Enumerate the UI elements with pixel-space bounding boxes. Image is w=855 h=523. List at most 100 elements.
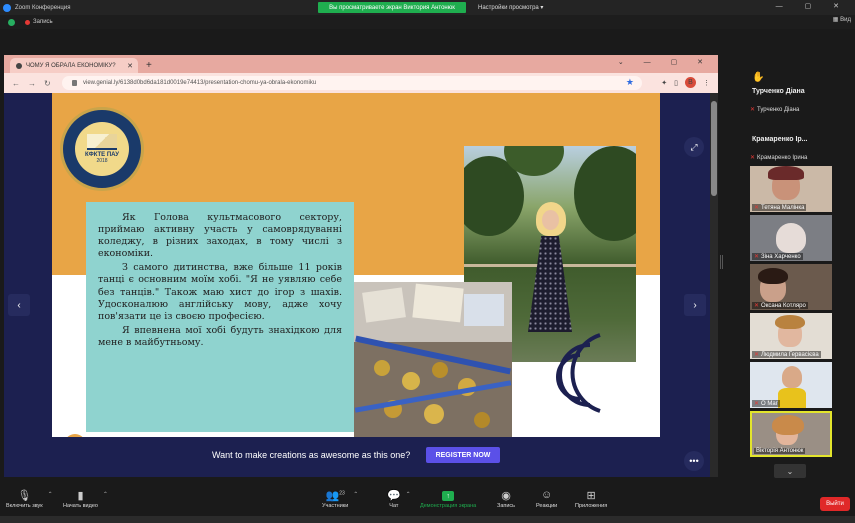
participant-video-tile[interactable]: ✕ Людмила Гервасієва (750, 313, 832, 359)
decorative-rings (556, 333, 601, 413)
view-options-button[interactable]: Настройки просмотра ▾ (478, 2, 543, 13)
view-button[interactable]: ▦ Вид (833, 16, 851, 23)
record-icon: ◉ (501, 490, 511, 502)
browser-address-bar: ← → ↻ view.genial.ly/6138d0bd6da181d0019… (4, 73, 718, 93)
viewer-next-button[interactable]: › (684, 294, 706, 316)
zoom-logo-icon (3, 3, 11, 12)
person-shape (782, 366, 802, 388)
shared-browser-window: ЧОМУ Я ОБРАЛА ЕКОНОМІКУ? ✕ + ⌄ — ▢ ✕ ← →… (4, 55, 718, 477)
hair-shape (758, 268, 788, 284)
face-shape (542, 210, 559, 230)
browser-tab-bar: ЧОМУ Я ОБРАЛА ЕКОНОМІКУ? ✕ + ⌄ — ▢ ✕ (4, 55, 718, 73)
start-video-button[interactable]: ▮ Начать видео ⌃ (63, 489, 108, 509)
participant-label: ✕ Тетяна Малінка (752, 204, 807, 211)
viewer-prev-button[interactable]: ‹ (8, 294, 30, 316)
kebab-menu-icon[interactable]: ⋮ (703, 79, 710, 87)
awards-collage-photo (354, 282, 512, 437)
zoom-window: Zoom Конференция Вы просматриваете экран… (0, 0, 855, 523)
hair-shape (772, 415, 804, 435)
chevron-up-icon[interactable]: ⌃ (353, 491, 358, 498)
participant-name: Тетяна Малінка (761, 204, 805, 211)
puzzle-icon[interactable]: ✦ (661, 79, 667, 87)
apps-icon: ⊞ (586, 490, 596, 502)
slide-paragraph: Як Голова культмасового сектору, приймаю… (98, 212, 342, 260)
participant-label: ✕ Турченко Діана (750, 106, 799, 114)
participant-tile[interactable]: Крамаренко Ір... ✕ Крамаренко Ірина (748, 118, 832, 166)
presentation-slide: КФКТЕ ПАУ 2018 Як Голова культмасового с… (52, 93, 660, 437)
chat-label: Чат (389, 503, 399, 509)
participant-video-tile[interactable]: ✕ Зіна Харченко (750, 215, 832, 261)
chat-button[interactable]: 💬 Чат ⌃ (387, 489, 411, 509)
tab-title: ЧОМУ Я ОБРАЛА ЕКОНОМІКУ? (26, 62, 116, 69)
back-arrow-icon[interactable]: ← (12, 79, 20, 88)
ellipsis-icon: ••• (689, 456, 699, 466)
record-label: Запись (497, 503, 516, 509)
slide-text-box: Як Голова культмасового сектору, приймаю… (86, 202, 354, 432)
cta-text: Want to make creations as awesome as thi… (212, 450, 411, 460)
chevron-up-icon[interactable]: ⌃ (406, 491, 411, 498)
record-button[interactable]: ◉ Запись (497, 489, 515, 509)
share-screen-button[interactable]: ↑ Демонстрация экрана (420, 489, 476, 509)
reactions-icon: ☺ (541, 489, 553, 501)
browser-window-controls[interactable]: ⌄ — ▢ ✕ (618, 58, 712, 66)
more-options-button[interactable]: ••• (684, 451, 704, 471)
view-options-label: Настройки просмотра (478, 4, 539, 11)
participant-video-tile[interactable]: ✕ Оксана Котляро (750, 264, 832, 310)
fullscreen-button[interactable]: ⤢ (684, 137, 704, 157)
register-now-button[interactable]: REGISTER NOW (426, 447, 500, 463)
logo-text-line2: 2018 (96, 158, 108, 164)
shield-icon[interactable] (8, 18, 15, 26)
medal-shape (402, 372, 420, 390)
reactions-button[interactable]: ☺ Реакции (536, 489, 557, 509)
forward-arrow-icon[interactable]: → (28, 79, 36, 88)
apps-button[interactable]: ⊞ Приложения (575, 489, 607, 509)
mic-off-icon: ✕ (750, 155, 756, 161)
participants-scroll-down-button[interactable]: ⌄ (774, 464, 806, 478)
chat-icon: 💬 (387, 490, 401, 502)
participant-video-tile[interactable]: ✕ Тетяна Малінка (750, 166, 832, 212)
new-tab-icon[interactable]: + (146, 60, 152, 71)
participant-video-tile[interactable]: ✕ О Маг (750, 362, 832, 408)
chevron-up-icon[interactable]: ⌃ (103, 491, 108, 498)
lock-icon (72, 80, 77, 86)
book-icon (87, 134, 117, 150)
medal-shape (424, 404, 444, 424)
participants-button[interactable]: 👥23 Участники ⌃ (322, 489, 358, 509)
fullscreen-icon: ⤢ (690, 141, 698, 152)
mic-off-icon: ✕ (754, 401, 760, 407)
bookmark-star-icon[interactable]: ★ (626, 77, 634, 88)
mic-off-icon: ✕ (754, 205, 760, 211)
chevron-up-icon[interactable]: ⌃ (48, 491, 53, 498)
mic-off-icon: ✕ (754, 303, 760, 309)
tree-shape (574, 146, 636, 241)
participant-label: ✕ Крамаренко Ірина (750, 154, 807, 162)
unmute-label: Включить звук (6, 503, 43, 509)
hair-shape (775, 315, 805, 329)
reload-icon[interactable]: ↻ (44, 79, 51, 88)
panel-resize-handle[interactable] (720, 255, 723, 269)
participants-strip: ✋ Турченко Діана ✕ Турченко Діана Крамаре… (748, 70, 832, 460)
window-controls[interactable]: — ▢ ✕ (776, 2, 849, 10)
participant-video-tile-active-speaker[interactable]: Вікторія Антонюк (750, 411, 832, 457)
chevron-down-icon: ▾ (538, 5, 544, 11)
profile-avatar[interactable]: В (685, 77, 696, 88)
start-video-label: Начать видео (63, 503, 98, 509)
page-scrollbar[interactable] (710, 93, 718, 477)
close-tab-icon[interactable]: ✕ (127, 62, 133, 70)
browser-tab[interactable]: ЧОМУ Я ОБРАЛА ЕКОНОМІКУ? ✕ (10, 58, 138, 73)
participant-tile[interactable]: ✋ Турченко Діана ✕ Турченко Діана (748, 70, 832, 118)
slide-paragraph: Я впевнена мої хобі будуть знахідкою для… (98, 324, 342, 348)
chevron-down-icon: ⌄ (786, 466, 794, 476)
chevron-right-icon: › (693, 299, 697, 311)
sidebar-icon[interactable]: ▯ (674, 79, 678, 87)
share-banner: Вы просматриваете экран Виктория Антонюк (318, 2, 466, 13)
scrollbar-thumb[interactable] (711, 101, 717, 196)
os-taskbar (0, 516, 855, 523)
certificate-shape (464, 294, 504, 326)
shirt-shape (778, 388, 806, 408)
hair-shape (768, 166, 804, 180)
url-input[interactable]: view.genial.ly/6138d0bd6da181d0019e74413… (62, 76, 642, 90)
participant-label: ✕ О Маг (752, 400, 780, 407)
unmute-button[interactable]: 🎙 Включить звук ⌃ (6, 489, 53, 509)
leave-meeting-button[interactable]: Выйти (820, 497, 850, 511)
